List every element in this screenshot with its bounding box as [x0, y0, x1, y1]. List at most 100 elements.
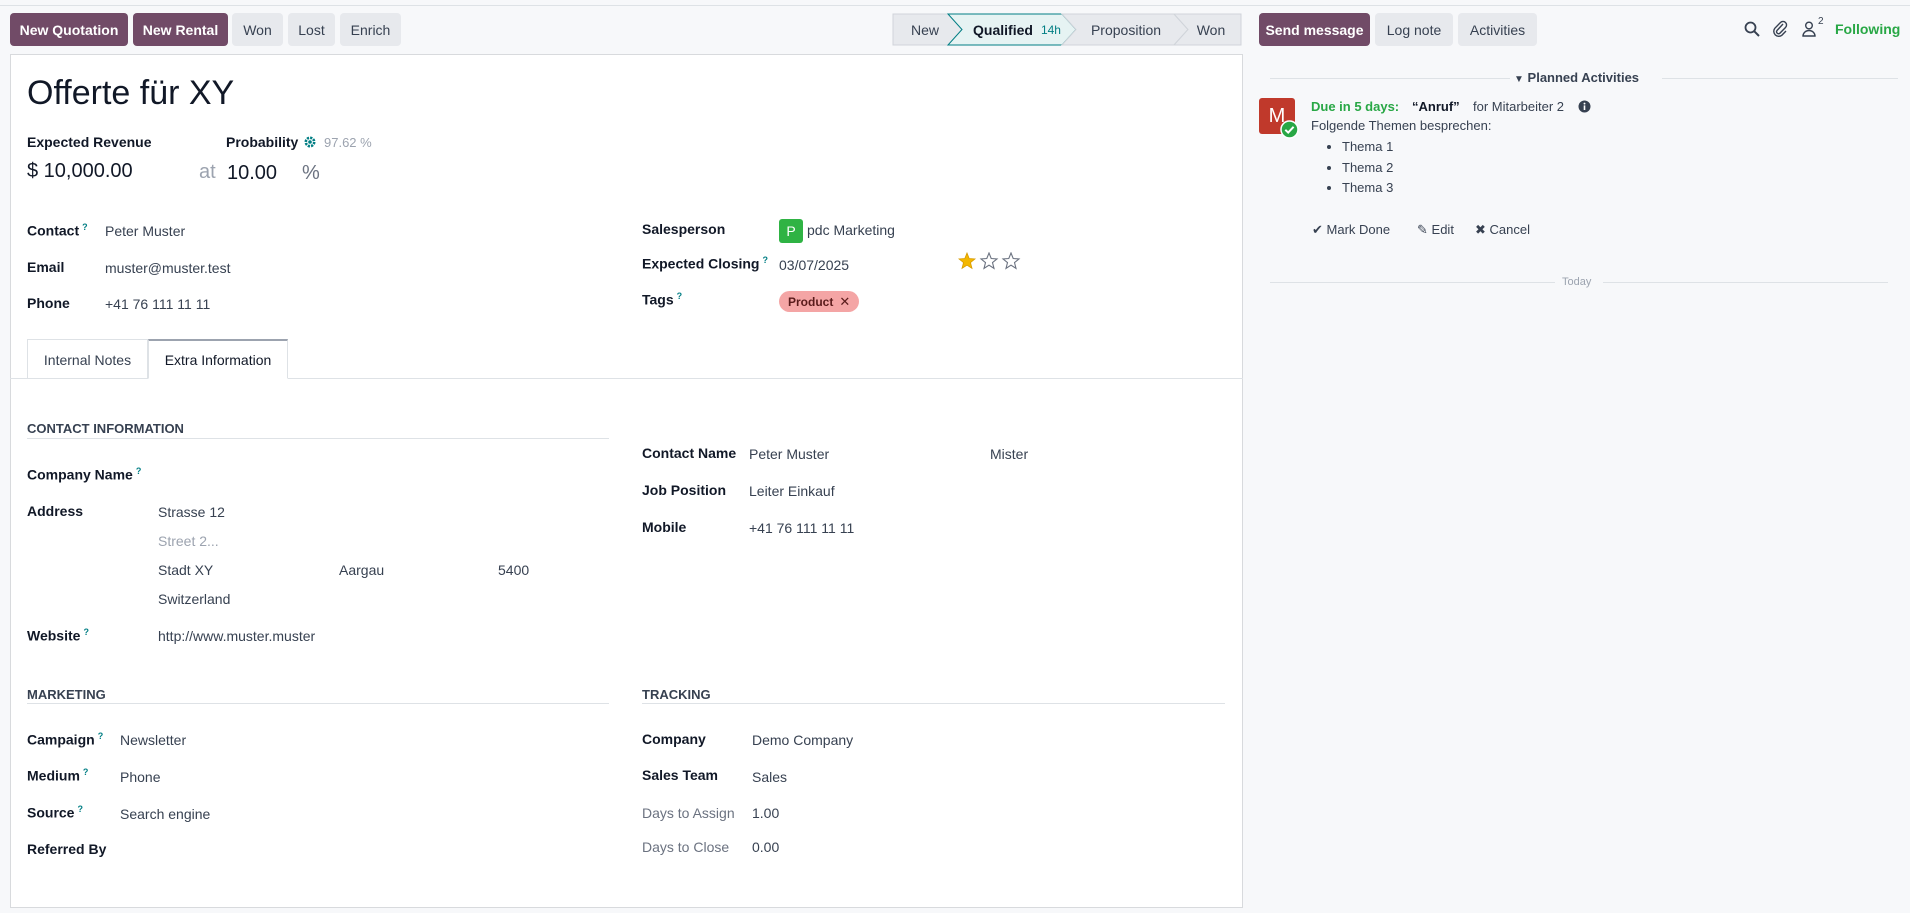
lost-button[interactable]: Lost	[288, 13, 335, 46]
stage-proposition[interactable]: Proposition	[1076, 13, 1176, 46]
company-label: Company	[642, 731, 706, 747]
won-button[interactable]: Won	[232, 13, 283, 46]
stage-won[interactable]: Won	[1186, 13, 1236, 46]
activity-note-list: Thema 1 Thema 2 Thema 3	[1342, 137, 1393, 199]
avatar: P	[779, 219, 803, 243]
mobile-label: Mobile	[642, 519, 687, 535]
contact-label: Contact?	[27, 222, 88, 239]
street-field[interactable]: Strasse 12	[158, 504, 225, 520]
planned-divider-left	[1270, 78, 1510, 79]
percent-sign: %	[302, 162, 320, 184]
check-icon: ✔	[1312, 222, 1323, 237]
planned-activities-toggle[interactable]: ▼ Planned Activities	[1514, 70, 1639, 85]
campaign-label: Campaign?	[27, 731, 104, 748]
star-outline-icon	[979, 252, 999, 270]
info-icon[interactable]	[1578, 100, 1591, 113]
phone-label: Phone	[27, 295, 70, 311]
tag-product[interactable]: Product ✕	[779, 291, 860, 312]
page-title[interactable]: Offerte für XY	[27, 74, 234, 113]
contact-name-label: Contact Name	[642, 445, 737, 461]
at-label: at	[199, 161, 216, 183]
list-item: Thema 1	[1342, 137, 1393, 158]
state-field[interactable]: Aargau	[339, 562, 384, 578]
new-quotation-button[interactable]: New Quotation	[10, 13, 128, 46]
activities-button[interactable]: Activities	[1458, 13, 1537, 46]
expected-revenue-label: Expected Revenue	[27, 134, 152, 150]
tab-internal-notes[interactable]: Internal Notes	[27, 339, 148, 379]
mobile-field[interactable]: +41 76 111 11 11	[749, 520, 854, 536]
country-field[interactable]: Switzerland	[158, 591, 230, 607]
today-divider-left	[1270, 282, 1555, 283]
tab-extra-information[interactable]: Extra Information	[148, 339, 288, 379]
contact-name-field[interactable]: Peter Muster	[749, 446, 829, 462]
pencil-icon: ✎	[1417, 222, 1428, 237]
marketing-heading: MARKETING	[27, 687, 106, 702]
sales-team-field[interactable]: Sales	[752, 769, 787, 785]
section-divider	[27, 703, 609, 704]
probability-input[interactable]: 10.00	[227, 162, 277, 185]
log-note-button[interactable]: Log note	[1375, 13, 1453, 46]
top-border	[0, 5, 1910, 6]
website-label: Website?	[27, 627, 89, 644]
caret-down-icon: ▼	[1514, 74, 1524, 85]
activity-note: Folgende Themen besprechen:	[1311, 118, 1492, 133]
today-separator-label: Today	[1562, 276, 1592, 288]
stage-qualified[interactable]: Qualified 14h	[962, 13, 1072, 46]
stage-qualified-label: Qualified	[973, 21, 1033, 38]
tags-label: Tags?	[642, 291, 683, 308]
source-label: Source?	[27, 804, 83, 821]
list-item: Thema 3	[1342, 178, 1393, 199]
edit-button[interactable]: ✎ Edit	[1417, 222, 1454, 238]
followers-count: 2	[1818, 16, 1824, 27]
check-circle-icon	[1280, 120, 1299, 139]
address-label: Address	[27, 503, 84, 519]
city-field[interactable]: Stadt XY	[158, 562, 213, 578]
street2-field[interactable]: Street 2...	[158, 533, 219, 549]
zip-field[interactable]: 5400	[498, 562, 529, 578]
sales-team-label: Sales Team	[642, 767, 719, 783]
title-field[interactable]: Mister	[990, 446, 1028, 462]
days-to-assign-value: 1.00	[752, 805, 780, 821]
contact-field[interactable]: Peter Muster	[105, 223, 185, 239]
user-icon[interactable]	[1802, 21, 1816, 37]
due-label: Due in 5 days:	[1311, 99, 1400, 114]
tag-label: Product	[788, 294, 834, 309]
days-to-close-label: Days to Close	[642, 839, 730, 855]
mark-done-button[interactable]: ✔ Mark Done	[1312, 222, 1390, 238]
priority-stars[interactable]	[958, 252, 1022, 270]
cancel-button[interactable]: ✖ Cancel	[1475, 222, 1530, 238]
stage-new[interactable]: New	[900, 13, 950, 46]
website-field[interactable]: http://www.muster.muster	[158, 628, 315, 644]
expected-closing-label: Expected Closing?	[642, 255, 768, 272]
new-rental-button[interactable]: New Rental	[133, 13, 228, 46]
close-icon: ✖	[1475, 222, 1486, 237]
activity-assignee: for Mitarbeiter 2	[1473, 99, 1565, 114]
send-message-button[interactable]: Send message	[1259, 13, 1370, 46]
referred-by-label: Referred By	[27, 841, 107, 857]
salesperson-label: Salesperson	[642, 221, 726, 237]
probability-auto-value: 97.62 %	[324, 135, 372, 150]
paperclip-icon[interactable]	[1772, 20, 1788, 37]
phone-field[interactable]: +41 76 111 11 11	[105, 296, 210, 312]
gear-icon[interactable]	[303, 135, 317, 149]
enrich-button[interactable]: Enrich	[340, 13, 401, 46]
following-button[interactable]: Following	[1835, 21, 1900, 37]
job-position-label: Job Position	[642, 482, 726, 498]
salesperson-field[interactable]: pdc Marketing	[807, 222, 895, 238]
form-sheet	[10, 54, 1243, 908]
section-divider	[642, 703, 1225, 704]
expected-revenue-field[interactable]: $ 10,000.00	[27, 160, 133, 183]
star-icon	[958, 252, 977, 270]
today-divider-right	[1603, 282, 1888, 283]
close-icon[interactable]: ✕	[839, 294, 850, 310]
section-divider	[27, 438, 609, 439]
campaign-field[interactable]: Newsletter	[120, 732, 186, 748]
source-field[interactable]: Search engine	[120, 806, 210, 822]
expected-closing-field[interactable]: 03/07/2025	[779, 257, 849, 273]
search-icon[interactable]	[1744, 21, 1760, 37]
email-label: Email	[27, 259, 65, 275]
email-field[interactable]: muster@muster.test	[105, 260, 230, 276]
medium-field[interactable]: Phone	[120, 769, 160, 785]
job-position-field[interactable]: Leiter Einkauf	[749, 483, 835, 499]
company-field[interactable]: Demo Company	[752, 732, 853, 748]
